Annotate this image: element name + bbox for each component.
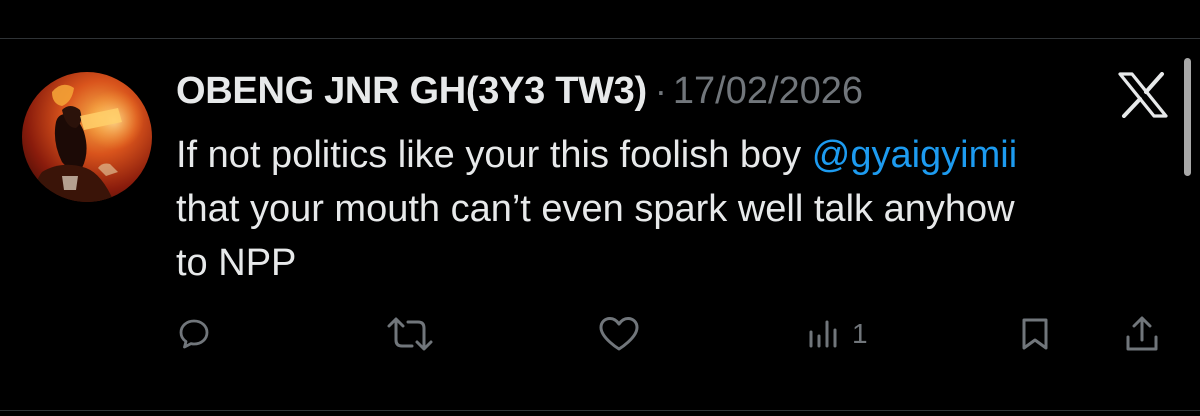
post-text-line-1: If not politics like your this foolish b… bbox=[176, 128, 1176, 182]
avatar[interactable] bbox=[22, 72, 152, 202]
post-text-line-2: that your mouth can’t even spark well ta… bbox=[176, 188, 1015, 230]
post-text-line-3: to NPP bbox=[176, 242, 297, 284]
reply-icon bbox=[179, 319, 209, 349]
bottom-divider bbox=[0, 410, 1200, 411]
author-name[interactable]: OBENG JNR GH(3Y3 TW3) bbox=[176, 70, 647, 113]
post-text: If not politics like your this foolish b… bbox=[176, 128, 1176, 290]
like-button[interactable] bbox=[598, 314, 640, 354]
top-divider bbox=[0, 38, 1200, 39]
post-text-segment: If not politics like your this foolish b… bbox=[176, 134, 812, 176]
reply-button[interactable] bbox=[178, 314, 210, 354]
views-count: 1 bbox=[852, 318, 868, 349]
post-date[interactable]: 17/02/2026 bbox=[673, 70, 863, 113]
avatar-image bbox=[22, 72, 152, 202]
share-icon bbox=[1126, 316, 1158, 351]
bookmark-icon bbox=[1022, 318, 1048, 350]
x-logo-icon bbox=[1118, 72, 1168, 118]
repost-button[interactable] bbox=[386, 314, 434, 354]
repost-icon bbox=[387, 317, 433, 351]
bookmark-button[interactable] bbox=[1020, 314, 1050, 354]
views-chart-icon bbox=[809, 320, 837, 348]
separator-dot: · bbox=[654, 70, 667, 111]
views-button[interactable]: 1 bbox=[806, 314, 868, 354]
scrollbar[interactable] bbox=[1184, 58, 1191, 176]
mention-link[interactable]: @gyaigyimii bbox=[812, 134, 1017, 176]
share-button[interactable] bbox=[1124, 314, 1160, 354]
post-header: OBENG JNR GH(3Y3 TW3) · 17/02/2026 bbox=[176, 66, 863, 116]
heart-icon bbox=[599, 317, 639, 351]
